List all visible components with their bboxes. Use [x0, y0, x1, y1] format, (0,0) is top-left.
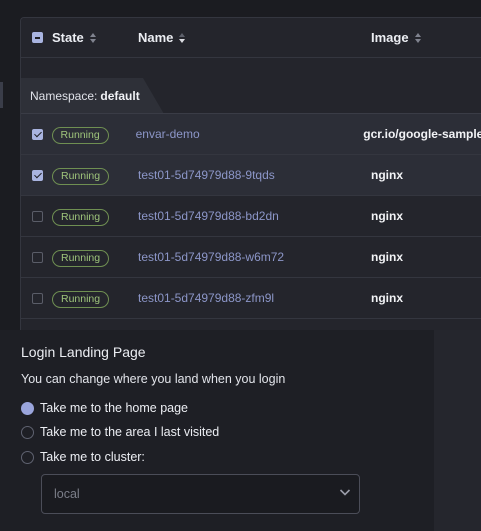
status-badge: Running [52, 208, 110, 226]
image-value: nginx [371, 209, 403, 223]
status-badge: Running [52, 167, 110, 185]
radio-button[interactable] [21, 425, 34, 439]
row-checkbox[interactable] [32, 210, 43, 222]
image-cell: nginx [371, 289, 481, 307]
state-cell: Running [52, 207, 138, 226]
pods-table: State Name Image Namespace: default Runn… [20, 17, 481, 347]
column-header-name-label: Name [138, 30, 174, 45]
namespace-label: Namespace: [30, 89, 98, 103]
radio-option-home[interactable]: Take me to the home page [21, 401, 188, 415]
pod-name-link[interactable]: test01-5d74979d88-9tqds [138, 168, 275, 182]
radio-label: Take me to the home page [40, 401, 189, 415]
state-cell: Running [52, 289, 138, 308]
image-cell: nginx [371, 166, 481, 184]
name-cell: envar-demo [136, 125, 364, 143]
column-header-image-label: Image [371, 30, 409, 45]
login-landing-preferences: Login Landing Page You can change where … [0, 330, 434, 531]
status-badge: Running [51, 126, 109, 144]
state-cell: Running [51, 125, 136, 144]
radio-button[interactable] [21, 450, 34, 464]
sort-icon [414, 32, 422, 44]
name-cell: test01-5d74979d88-bd2dn [138, 207, 371, 225]
group-divider [21, 113, 481, 114]
radio-button[interactable] [21, 401, 34, 415]
pod-name-link[interactable]: envar-demo [136, 127, 200, 141]
row-checkbox-cell [21, 169, 52, 181]
row-checkbox-cell [21, 210, 52, 222]
cluster-select[interactable]: local [41, 474, 360, 514]
select-all-cell [21, 32, 52, 43]
column-header-image[interactable]: Image [371, 30, 481, 45]
prefs-title: Login Landing Page [21, 344, 146, 360]
chevron-down-icon [339, 489, 351, 496]
nav-active-marker [0, 82, 3, 108]
column-header-name[interactable]: Name [138, 30, 371, 45]
row-checkbox[interactable] [32, 292, 43, 304]
name-cell: test01-5d74979d88-zfm9l [138, 289, 371, 307]
namespace-group-row: Namespace: default [21, 58, 481, 114]
row-checkbox[interactable] [32, 251, 43, 263]
preferences-side-panel [434, 330, 481, 531]
radio-label: Take me to cluster: [40, 450, 145, 464]
column-header-state-label: State [52, 30, 84, 45]
image-cell: gcr.io/google-samples [363, 125, 481, 143]
table-row[interactable]: Running test01-5d74979d88-w6m72 nginx [21, 237, 481, 278]
image-value: nginx [371, 168, 403, 182]
cluster-select-value: local [54, 487, 80, 501]
status-badge: Running [52, 290, 110, 308]
name-cell: test01-5d74979d88-9tqds [138, 166, 371, 184]
radio-option-last-visited[interactable]: Take me to the area I last visited [21, 425, 219, 439]
radio-label: Take me to the area I last visited [40, 425, 220, 439]
app-stage: State Name Image Namespace: default Runn… [0, 0, 481, 531]
row-checkbox[interactable] [32, 169, 43, 181]
state-cell: Running [52, 248, 138, 267]
row-checkbox[interactable] [32, 128, 43, 140]
pod-name-link[interactable]: test01-5d74979d88-bd2dn [138, 209, 279, 223]
name-cell: test01-5d74979d88-w6m72 [138, 248, 371, 266]
namespace-group-tab: Namespace: default [21, 78, 164, 114]
namespace-value: default [100, 89, 140, 103]
pod-name-link[interactable]: test01-5d74979d88-w6m72 [138, 250, 284, 264]
row-checkbox-cell [21, 251, 52, 263]
sort-icon [89, 32, 97, 44]
sort-down-icon [178, 32, 186, 44]
select-all-checkbox[interactable] [32, 32, 43, 43]
radio-option-cluster[interactable]: Take me to cluster: [21, 450, 145, 464]
column-header-state[interactable]: State [52, 30, 138, 45]
table-row[interactable]: Running test01-5d74979d88-zfm9l nginx [21, 278, 481, 319]
image-cell: nginx [371, 207, 481, 225]
image-value: gcr.io/google-samples [363, 127, 481, 141]
image-value: nginx [371, 250, 403, 264]
row-checkbox-cell [21, 128, 52, 140]
table-row[interactable]: Running test01-5d74979d88-bd2dn nginx [21, 196, 481, 237]
table-row[interactable]: Running envar-demo gcr.io/google-samples [21, 114, 481, 155]
row-checkbox-cell [21, 292, 52, 304]
state-cell: Running [52, 166, 138, 185]
image-cell: nginx [371, 248, 481, 266]
table-body: Running envar-demo gcr.io/google-samples… [21, 114, 481, 319]
pod-name-link[interactable]: test01-5d74979d88-zfm9l [138, 291, 274, 305]
table-row[interactable]: Running test01-5d74979d88-9tqds nginx [21, 155, 481, 196]
prefs-subtitle: You can change where you land when you l… [21, 372, 286, 386]
image-value: nginx [371, 291, 403, 305]
status-badge: Running [52, 249, 110, 267]
table-header: State Name Image [21, 18, 481, 58]
